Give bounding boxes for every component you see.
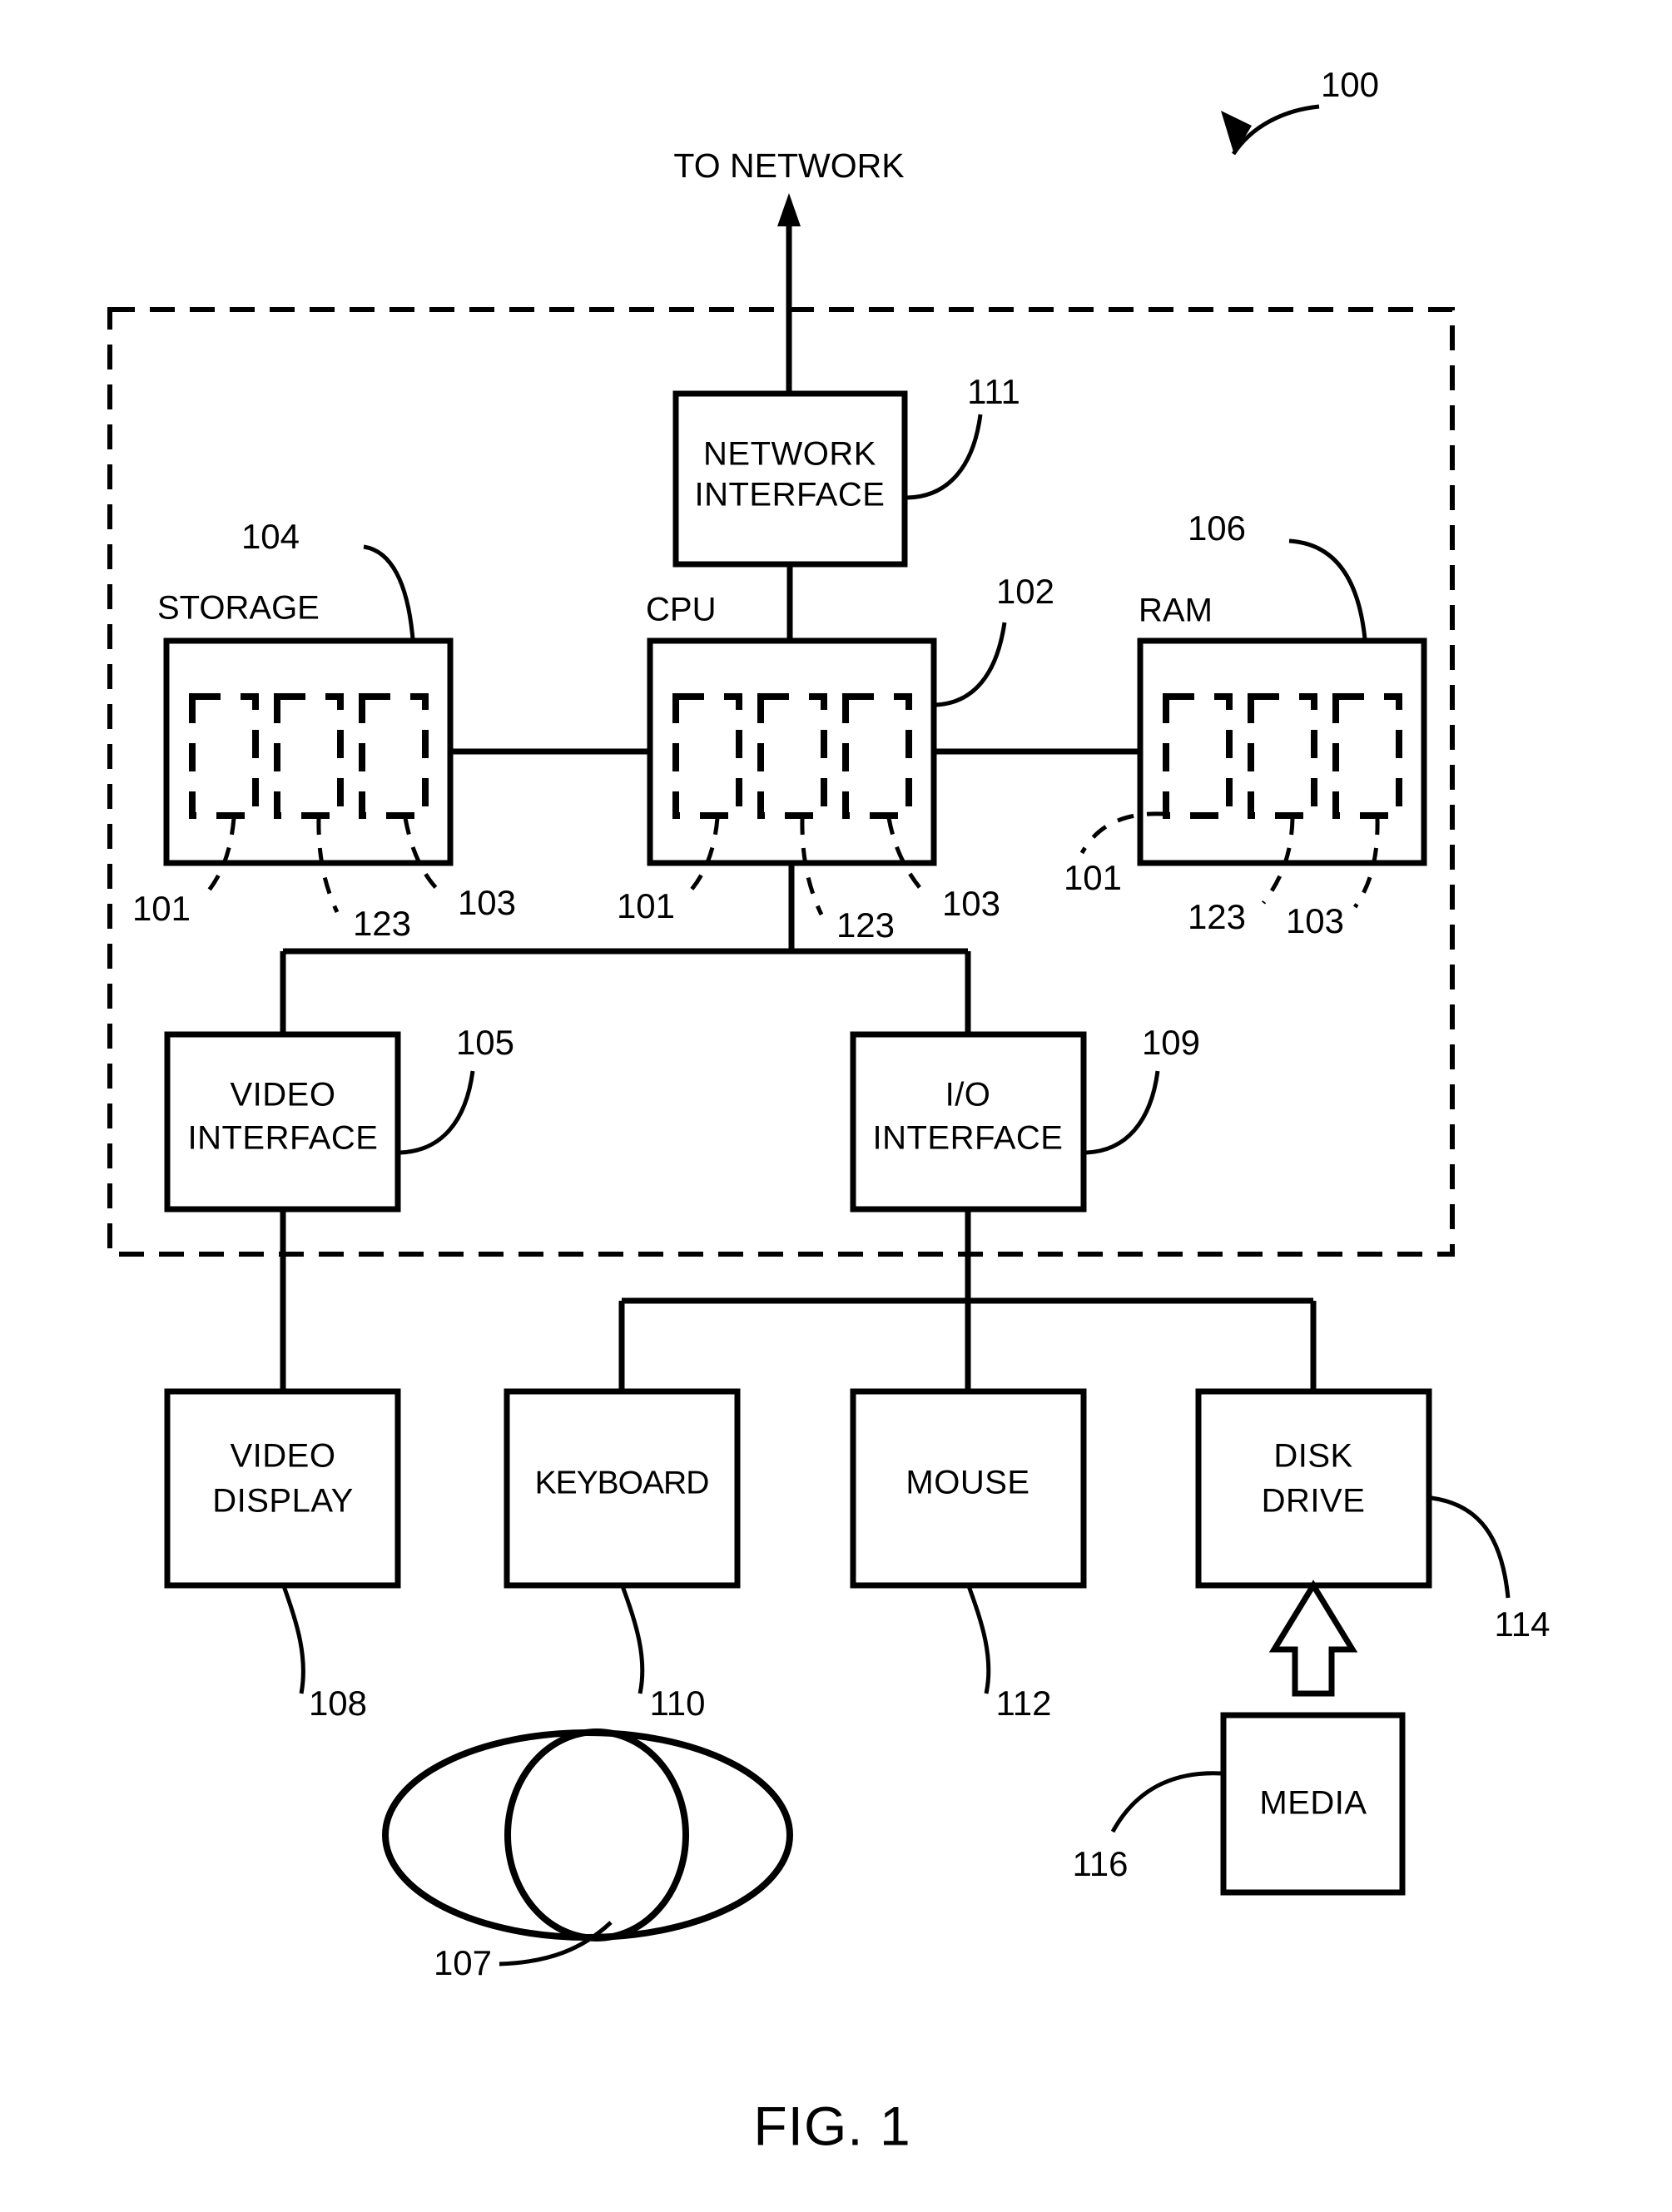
video-interface-label-line2: INTERFACE [188,1120,379,1157]
system-ref-100-arrowhead [1221,111,1252,155]
ref-104-leader [363,544,415,640]
storage-title: STORAGE [157,590,320,627]
storage-block[interactable]: STORAGE 104 101 123 103 [132,517,516,943]
network-interface-label-line2: INTERFACE [695,477,886,513]
storage-ref-123: 123 [353,904,411,943]
ref-110-leader [620,1585,645,1694]
ref-109-leader [1085,1070,1160,1155]
ref-106: 106 [1188,508,1246,548]
ref-105: 105 [456,1023,514,1062]
cpu-ref-103: 103 [942,884,1000,923]
storage-ref-103: 103 [458,883,516,922]
keyboard-label: KEYBOARD [535,1465,709,1500]
media-label: MEDIA [1259,1785,1367,1822]
video-interface-label-line1: VIDEO [231,1077,336,1113]
ref-108-leader [281,1585,305,1694]
eye-symbol-group: 107 [382,1728,793,1982]
ref-104: 104 [241,517,300,556]
ref-100: 100 [1321,65,1379,104]
ram-ref-123: 123 [1188,897,1246,936]
ref-105-leader [399,1070,475,1155]
ref-111: 111 [967,372,1020,411]
ram-ref-103: 103 [1286,901,1344,940]
cpu-title: CPU [646,592,716,628]
ref-102: 102 [996,572,1054,611]
mouse-label: MOUSE [905,1465,1029,1501]
media-insert-arrow-icon [1268,1580,1358,1697]
ram-block[interactable]: RAM 106 101 123 103 [1064,508,1427,940]
ref-110: 110 [650,1684,706,1723]
ref-106-leader [1288,538,1367,640]
ram-title: RAM [1139,593,1213,629]
ref-114: 114 [1495,1604,1550,1644]
disk-drive-block[interactable]: DISK DRIVE 114 [1195,1388,1550,1644]
ref-112: 112 [996,1684,1052,1723]
to-network-group: TO NETWORK [673,146,905,391]
eye-outline-icon [382,1729,793,1941]
disk-drive-label-line2: DRIVE [1262,1483,1366,1520]
patent-figure-1: 100 TO NETWORK NETWORK INTERFACE 111 STO… [0,0,1672,2212]
ram-ref-101: 101 [1064,858,1122,897]
ref-111-leader [906,414,983,500]
ref-109: 109 [1142,1023,1200,1062]
ref-107: 107 [434,1943,492,1982]
ref-108: 108 [309,1684,367,1723]
ref-116-leader [1110,1771,1223,1833]
video-display-label-line1: VIDEO [231,1438,336,1475]
video-display-block[interactable]: VIDEO DISPLAY 108 [164,1388,401,1723]
io-interface-block[interactable]: I/O INTERFACE 109 [850,1023,1200,1213]
io-interface-label-line2: INTERFACE [873,1120,1064,1157]
ref-114-leader [1431,1495,1511,1599]
network-interface-label-line1: NETWORK [703,436,876,473]
disk-drive-label-line1: DISK [1273,1438,1352,1475]
cpu-ref-101: 101 [617,886,675,925]
to-network-label: TO NETWORK [673,146,904,185]
storage-ref-101: 101 [132,889,191,928]
eye-iris-icon [504,1728,689,1942]
mouse-block[interactable]: MOUSE 112 [850,1388,1087,1723]
cpu-block[interactable]: CPU 102 101 123 103 [617,572,1054,945]
network-interface-block[interactable]: NETWORK INTERFACE 111 [672,372,1020,568]
video-interface-block[interactable]: VIDEO INTERFACE 105 [164,1023,514,1213]
video-display-label-line2: DISPLAY [212,1483,354,1520]
io-interface-label-line1: I/O [945,1077,991,1113]
ref-102-leader [935,622,1007,707]
keyboard-block[interactable]: KEYBOARD 110 [504,1388,741,1723]
network-arrow-icon [777,193,801,226]
media-block[interactable]: MEDIA 116 [1073,1712,1406,1896]
system-ref-100-group: 100 [1221,65,1379,156]
ram-box[interactable] [1137,637,1427,866]
figure-canvas: 100 TO NETWORK NETWORK INTERFACE 111 STO… [107,65,1550,2156]
cpu-ref-123: 123 [836,905,895,945]
ref-116: 116 [1073,1844,1129,1883]
figure-caption: FIG. 1 [753,2095,910,2156]
ref-112-leader [966,1585,991,1694]
